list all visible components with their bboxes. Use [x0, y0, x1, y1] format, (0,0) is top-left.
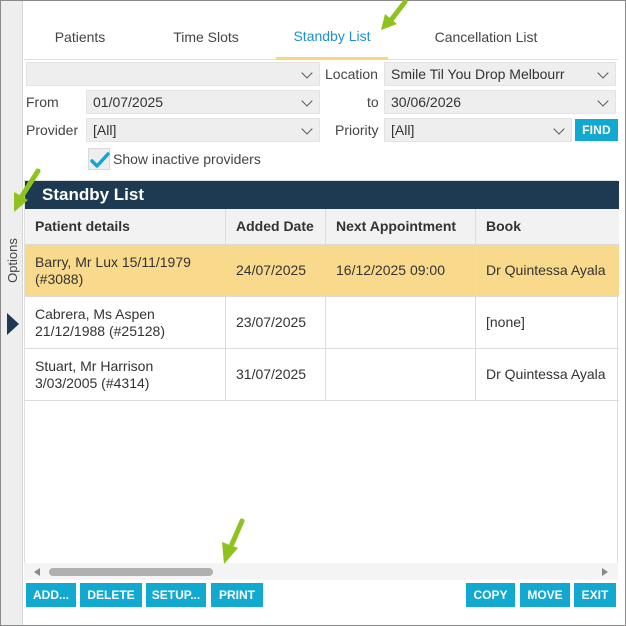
options-label[interactable]: Options [1, 232, 23, 288]
column-header-next-appointment[interactable]: Next Appointment [326, 209, 476, 244]
location-select[interactable]: Smile Til You Drop Melbourr [384, 62, 616, 86]
column-header-added-date[interactable]: Added Date [226, 209, 326, 244]
next-appointment-cell [326, 349, 476, 400]
table-row[interactable]: Cabrera, Ms Aspen 21/12/1988 (#25128) 23… [25, 297, 619, 349]
chevron-down-icon [597, 95, 609, 107]
scroll-left-icon[interactable] [34, 568, 40, 576]
scroll-right-icon[interactable] [602, 568, 608, 576]
horizontal-scrollbar[interactable] [24, 563, 618, 580]
pointer-arrow-icon [14, 168, 41, 212]
added-date-cell: 24/07/2025 [226, 245, 326, 296]
book-cell: [none] [486, 314, 525, 330]
chevron-down-icon [301, 123, 313, 135]
find-button[interactable]: FIND [575, 119, 618, 141]
patient-cell: Stuart, Mr Harrison 3/03/2005 (#4314) [25, 349, 226, 400]
from-date-select[interactable]: 01/07/2025 [86, 90, 320, 114]
tab-cancellation-list[interactable]: Cancellation List [388, 14, 584, 60]
tab-time-slots[interactable]: Time Slots [136, 14, 276, 60]
checkmark-icon [90, 152, 110, 168]
column-header-patient[interactable]: Patient details [25, 209, 226, 244]
top-select[interactable] [26, 62, 320, 86]
patient-cell: Cabrera, Ms Aspen 21/12/1988 (#25128) [25, 297, 226, 348]
book-cell: Dr Quintessa Ayala [486, 262, 606, 278]
move-button[interactable]: MOVE [520, 583, 570, 607]
provider-select[interactable]: [All] [86, 118, 320, 142]
chevron-down-icon [301, 67, 313, 79]
provider-label: Provider [26, 122, 79, 138]
table-row[interactable]: Stuart, Mr Harrison 3/03/2005 (#4314) 31… [25, 349, 619, 401]
exit-button[interactable]: EXIT [574, 583, 616, 607]
pointer-arrow-icon [222, 518, 245, 564]
next-appointment-cell [326, 297, 476, 348]
standby-panel-title: Standby List [25, 181, 619, 209]
location-label: Location [325, 66, 378, 82]
setup-button[interactable]: SETUP... [146, 583, 206, 607]
chevron-down-icon [553, 123, 565, 135]
patient-cell: Barry, Mr Lux 15/11/1979 (#3088) [25, 245, 226, 296]
tab-patients[interactable]: Patients [24, 14, 136, 60]
table-header-row: Patient details Added Date Next Appointm… [25, 209, 619, 245]
to-date-select[interactable]: 30/06/2026 [384, 90, 616, 114]
tab-bar: Patients Time Slots Standby List Cancell… [24, 14, 618, 60]
scrollbar-thumb[interactable] [49, 568, 213, 576]
priority-label: Priority [335, 122, 379, 138]
added-date-cell: 23/07/2025 [226, 297, 326, 348]
filter-form: Location Smile Til You Drop Melbourr Fro… [24, 60, 624, 178]
chevron-down-icon [301, 95, 313, 107]
tab-standby-list[interactable]: Standby List [276, 14, 388, 60]
table-row[interactable]: Barry, Mr Lux 15/11/1979 (#3088) 24/07/2… [25, 245, 619, 297]
next-appointment-cell: 16/12/2025 09:00 [326, 245, 476, 296]
copy-button[interactable]: COPY [466, 583, 515, 607]
print-button[interactable]: PRINT [211, 583, 263, 607]
standby-table: Patient details Added Date Next Appointm… [25, 209, 619, 401]
standby-panel: Standby List Patient details Added Date … [24, 180, 619, 580]
expand-sidebar-icon[interactable] [7, 313, 19, 335]
pointer-arrow-icon [381, 0, 408, 30]
book-cell: Dr Quintessa Ayala [486, 366, 606, 382]
action-bar: ADD... DELETE SETUP... PRINT COPY MOVE E… [24, 583, 624, 609]
delete-button[interactable]: DELETE [80, 583, 142, 607]
column-header-book[interactable]: Book [476, 209, 619, 244]
add-button[interactable]: ADD... [26, 583, 76, 607]
show-inactive-label: Show inactive providers [113, 151, 261, 167]
show-inactive-checkbox[interactable] [88, 148, 110, 170]
priority-select[interactable]: [All] [384, 118, 572, 142]
added-date-cell: 31/07/2025 [226, 349, 326, 400]
to-label: to [367, 94, 379, 110]
from-label: From [26, 94, 59, 110]
chevron-down-icon [597, 67, 609, 79]
